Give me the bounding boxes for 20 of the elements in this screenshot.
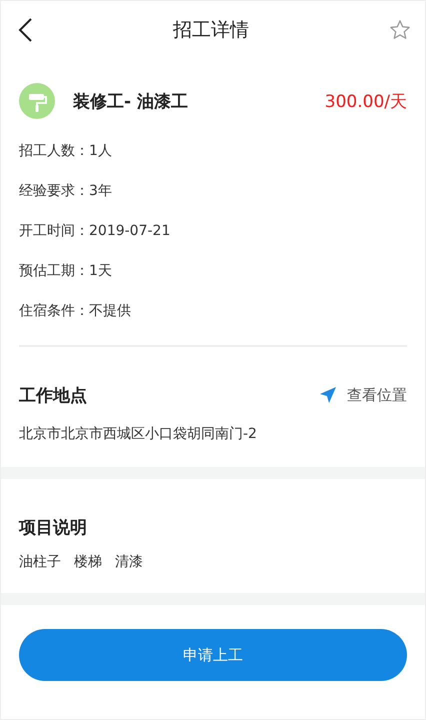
view-location-link[interactable]: 查看位置 bbox=[319, 386, 407, 404]
detail-text: 招工人数：1人 bbox=[19, 142, 113, 161]
detail-text: 住宿条件：不提供 bbox=[19, 302, 132, 321]
job-title: 装修工- 油漆工 bbox=[73, 90, 189, 112]
back-icon[interactable] bbox=[17, 17, 33, 43]
section-title: 工作地点 bbox=[19, 384, 87, 406]
location-arrow-icon bbox=[319, 386, 337, 404]
star-icon[interactable] bbox=[389, 19, 411, 41]
address-text: 北京市北京市西城区小口袋胡同南门-2 bbox=[19, 425, 258, 444]
detail-text: 预估工期：1天 bbox=[19, 262, 113, 281]
project-tag: 油柱子 bbox=[19, 553, 61, 571]
paint-roller-icon bbox=[19, 83, 55, 119]
project-tag: 楼梯 bbox=[74, 553, 102, 571]
detail-text: 经验要求：3年 bbox=[19, 182, 113, 201]
apply-button[interactable]: 申请上工 bbox=[19, 629, 407, 681]
project-tag: 清漆 bbox=[115, 553, 143, 571]
wage-text: 300.00/天 bbox=[324, 90, 407, 112]
page-title: 招工详情 bbox=[173, 18, 249, 43]
detail-text: 开工时间：2019-07-21 bbox=[19, 222, 172, 241]
section-title: 项目说明 bbox=[19, 516, 87, 538]
